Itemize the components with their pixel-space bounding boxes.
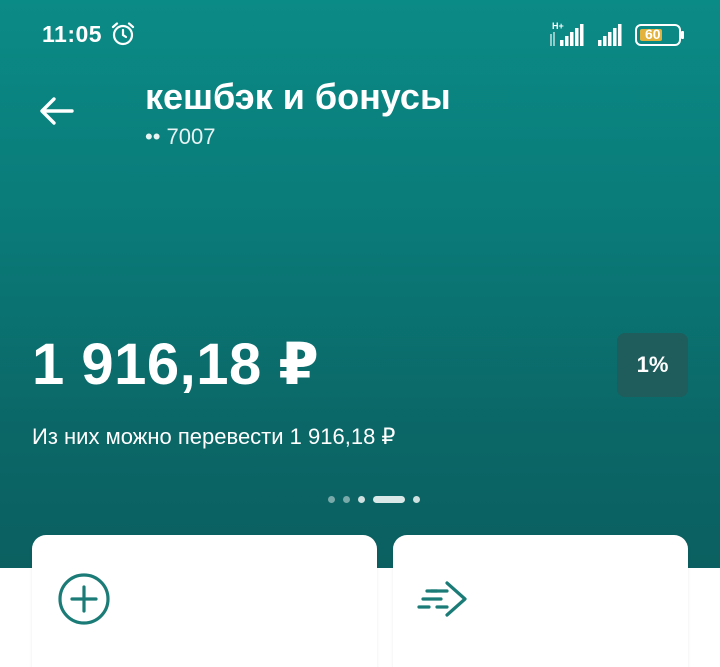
alarm-icon	[111, 22, 135, 46]
cashback-screen: 11:05 H+ 60 кешбэк и бонусы •• 7007 1 91…	[0, 0, 720, 667]
transferable-amount-note: Из них можно перевести 1 916,18 ₽	[32, 424, 396, 449]
cashback-rate-badge[interactable]: 1%	[617, 333, 688, 397]
back-button[interactable]	[34, 88, 80, 134]
page-dot[interactable]	[343, 495, 350, 503]
arrow-left-icon	[40, 97, 74, 125]
top-up-card[interactable]	[32, 535, 377, 667]
network-type-label: H+	[552, 21, 564, 31]
status-bar: 11:05 H+ 60	[0, 0, 720, 70]
status-time: 11:05	[42, 21, 103, 47]
signal-icon: H+	[550, 21, 684, 46]
page-dot[interactable]	[328, 495, 335, 503]
page-title: кешбэк и бонусы	[145, 76, 451, 117]
fast-arrow-icon	[417, 581, 467, 617]
page-dot[interactable]	[358, 495, 365, 503]
page-dot[interactable]	[413, 495, 420, 503]
plus-circle-icon	[58, 573, 110, 625]
page-indicator	[328, 494, 420, 504]
balance-amount: 1 916,18 ₽	[32, 332, 320, 397]
transfer-card[interactable]	[393, 535, 688, 667]
card-number-mask: •• 7007	[145, 124, 216, 149]
battery-level: 60	[645, 26, 661, 42]
page-dot-active[interactable]	[373, 495, 405, 503]
